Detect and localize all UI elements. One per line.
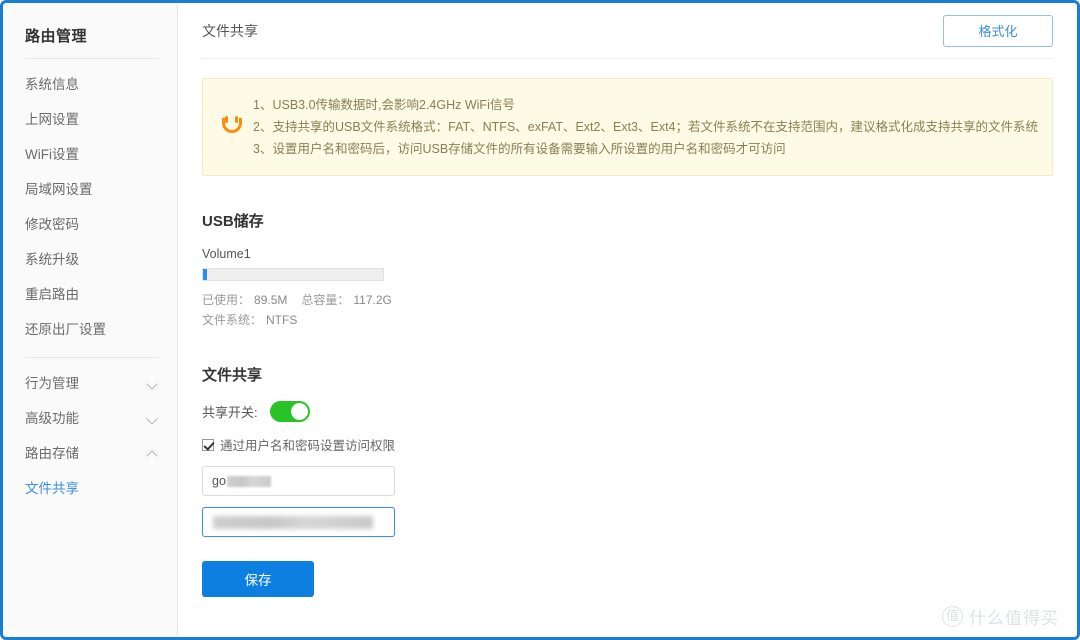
notice-line: 2、支持共享的USB文件系统格式：FAT、NTFS、exFAT、Ext2、Ext… [253,120,1039,134]
page-title: 文件共享 [202,22,258,39]
username-value: go [212,474,226,488]
password-redaction [213,515,373,529]
sidebar-divider-top [25,58,159,59]
used-value: 89.5M [254,293,288,307]
total-label: 总容量： [301,293,350,307]
sidebar-item-wifi-settings[interactable]: WiFi设置 [3,137,177,172]
share-switch-toggle[interactable] [269,401,310,422]
usb-storage-section-title: USB储存 [202,213,264,230]
sidebar-item-change-password[interactable]: 修改密码 [3,207,177,242]
sidebar-item-file-sharing[interactable]: 文件共享 [3,471,177,506]
filesystem-value: NTFS [266,313,298,327]
sidebar-item-factory-reset[interactable]: 还原出厂设置 [3,312,177,347]
sidebar-item-label: 重启路由 [25,287,79,302]
notice-line: 1、USB3.0传输数据时,会影响2.4GHz WiFi信号 [253,98,515,112]
sidebar-item-label: 修改密码 [25,217,79,232]
sidebar-group-behavior-management[interactable]: 行为管理 [3,366,177,401]
storage-capacity-row: 已使用： 89.5M 总容量： 117.2G [202,290,1053,310]
format-button[interactable]: 格式化 [943,14,1053,47]
notice-text-group: 1、USB3.0传输数据时,会影响2.4GHz WiFi信号 2、支持共享的US… [253,94,1038,160]
share-switch-label: 共享开关: [202,405,258,420]
volume-name: Volume1 [202,247,251,261]
sidebar-item-label: 局域网设置 [25,182,93,197]
sidebar-item-label: 系统升级 [25,252,79,267]
smiley-face-icon [215,114,249,140]
total-value: 117.2G [353,293,392,307]
chevron-up-icon [147,448,159,460]
sidebar-item-label: 还原出厂设置 [25,322,106,337]
save-button[interactable]: 保存 [202,561,314,597]
storage-usage-bar [202,268,384,281]
sidebar-group-router-storage[interactable]: 路由存储 [3,436,177,471]
sidebar-group-advanced-features[interactable]: 高级功能 [3,401,177,436]
smiley-mouth [222,118,242,133]
sidebar: 路由管理 系统信息 上网设置 WiFi设置 局域网设置 修改密码 系统升级 重启… [3,3,178,637]
sidebar-item-label: 系统信息 [25,77,79,92]
sidebar-group-label: 路由存储 [25,446,79,461]
main-content: 文件共享 格式化 1、USB3.0传输数据时,会影响2.4GHz WiFi信号 … [178,3,1077,637]
storage-filesystem-row: 文件系统： NTFS [202,310,1053,330]
auth-checkbox-row[interactable]: 通过用户名和密码设置访问权限 [202,435,1053,454]
notice-line: 3、设置用户名和密码后，访问USB存储文件的所有设备需要输入所设置的用户名和密码… [253,142,786,156]
content-header: 文件共享 格式化 [202,3,1053,59]
sidebar-item-internet-settings[interactable]: 上网设置 [3,102,177,137]
share-switch-row: 共享开关: [202,401,1053,422]
filesystem-label: 文件系统： [202,313,263,327]
auth-checkbox[interactable] [202,438,214,451]
username-redaction [226,475,271,487]
password-input[interactable] [202,507,395,537]
sidebar-item-label: 文件共享 [25,481,79,496]
toggle-knob [290,403,308,420]
chevron-down-icon [147,378,159,390]
sidebar-group-label: 高级功能 [25,411,79,426]
used-label: 已使用： [202,293,251,307]
sidebar-divider-bottom [25,357,159,358]
file-share-section-title: 文件共享 [202,367,263,384]
sidebar-item-label: 上网设置 [25,112,79,127]
sidebar-item-label: WiFi设置 [25,147,79,162]
sidebar-title: 路由管理 [25,28,88,45]
sidebar-group-label: 行为管理 [25,376,79,391]
username-input[interactable]: go [202,466,395,496]
browser-page-frame: 路由管理 系统信息 上网设置 WiFi设置 局域网设置 修改密码 系统升级 重启… [0,0,1080,640]
auth-checkbox-label: 通过用户名和密码设置访问权限 [220,439,396,453]
notice-banner: 1、USB3.0传输数据时,会影响2.4GHz WiFi信号 2、支持共享的US… [202,78,1053,176]
chevron-down-icon [147,413,159,425]
storage-usage-fill [203,269,207,280]
sidebar-item-reboot-router[interactable]: 重启路由 [3,277,177,312]
sidebar-item-lan-settings[interactable]: 局域网设置 [3,172,177,207]
sidebar-item-system-upgrade[interactable]: 系统升级 [3,242,177,277]
sidebar-item-system-info[interactable]: 系统信息 [3,67,177,102]
